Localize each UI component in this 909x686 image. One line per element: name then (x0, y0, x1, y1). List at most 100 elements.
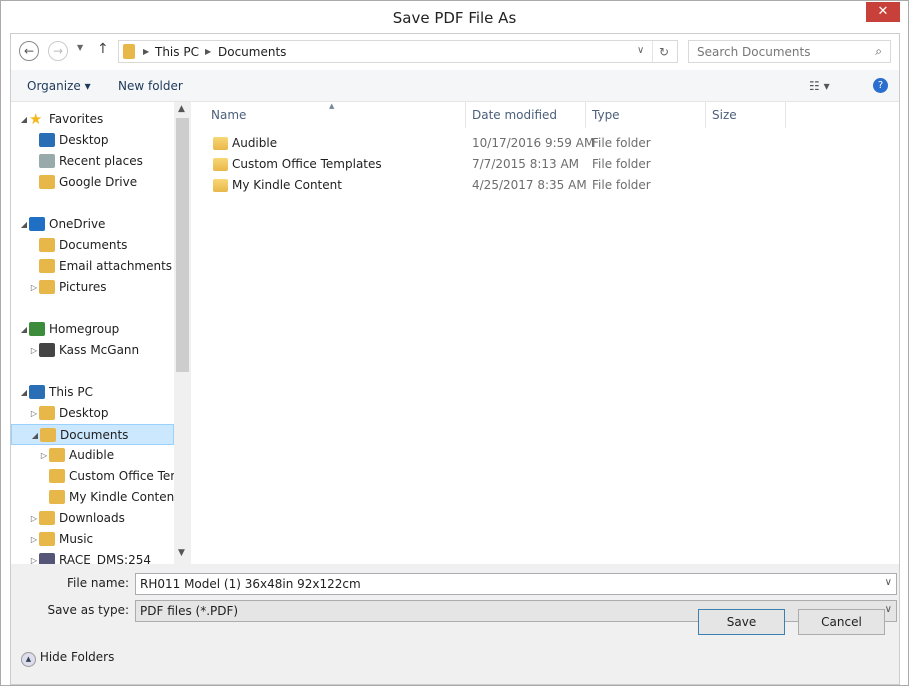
view-options-icon[interactable]: ☷ ▾ (809, 79, 830, 93)
collapse-arrow-icon[interactable]: ◢ (19, 109, 29, 130)
breadcrumb-this-pc[interactable]: This PC (155, 45, 199, 59)
nav-item[interactable]: Custom Office Tem (11, 466, 182, 487)
chevron-down-icon[interactable]: ∨ (885, 577, 892, 588)
folder-icon (39, 238, 55, 252)
nav-item[interactable]: ◢ ★ Favorites (11, 109, 174, 130)
search-input[interactable]: Search Documents ⌕ (688, 40, 891, 63)
folder-icon (213, 137, 228, 150)
collapse-arrow-icon[interactable]: ◢ (19, 319, 29, 340)
column-name[interactable]: Name ▲ (191, 102, 466, 128)
file-row[interactable]: Custom Office Templates 7/7/2015 8:13 AM… (191, 154, 891, 175)
new-folder-button[interactable]: New folder (118, 79, 183, 93)
folder-icon (49, 469, 65, 483)
nav-item[interactable]: Email attachments (11, 256, 174, 277)
cancel-button[interactable]: Cancel (798, 609, 885, 635)
nav-item-label: Desktop (59, 133, 109, 147)
nav-item[interactable]: ▷ Kass McGann (11, 340, 174, 361)
toolbar: Organize ▾ New folder ☷ ▾ ? (11, 70, 899, 102)
breadcrumb-documents[interactable]: Documents (218, 45, 286, 59)
nav-item-label: Documents (59, 238, 128, 252)
up-arrow-icon[interactable]: ↑ (97, 41, 109, 57)
hide-folders-button[interactable]: ▲ Hide Folders (21, 650, 114, 667)
file-name-input[interactable]: RH011 Model (1) 36x48in 92x122cm ∨ (135, 573, 897, 595)
nav-item[interactable]: ▷ Audible (11, 445, 174, 466)
nav-item-label: Downloads (59, 511, 125, 525)
nav-item-label: Google Drive (59, 175, 138, 189)
folder-icon (39, 280, 55, 294)
nav-item-label: Desktop (59, 406, 109, 420)
nav-item-label: Homegroup (49, 322, 120, 336)
file-row[interactable]: My Kindle Content 4/25/2017 8:35 AM File… (191, 175, 891, 196)
address-dropdown-icon[interactable]: ∨ (637, 45, 644, 56)
nav-item[interactable]: Recent places (11, 151, 174, 172)
scroll-up-icon[interactable]: ▲ (178, 104, 185, 114)
close-button[interactable]: ✕ (866, 2, 900, 22)
nav-item-label: Documents (60, 428, 129, 442)
refresh-icon[interactable]: ↻ (659, 45, 669, 59)
expand-arrow-icon[interactable]: ▷ (29, 403, 39, 424)
expand-arrow-icon[interactable]: ▷ (29, 508, 39, 529)
nav-item[interactable]: Desktop (11, 130, 174, 151)
nav-item[interactable]: Documents (11, 235, 174, 256)
recent-locations-icon[interactable]: ▼ (77, 43, 83, 52)
nav-item[interactable]: ▷ Downloads (11, 508, 174, 529)
desktop-icon (39, 133, 55, 147)
collapse-arrow-icon[interactable]: ◢ (30, 425, 40, 446)
cloud-icon (29, 217, 45, 231)
user-icon (39, 343, 55, 357)
file-row[interactable]: Audible 10/17/2016 9:59 AM File folder (191, 133, 891, 154)
nav-scrollbar[interactable]: ▲ ▼ (174, 102, 191, 564)
file-name-label: File name: (67, 576, 129, 590)
nav-item-label: Audible (69, 448, 115, 462)
search-placeholder: Search Documents (697, 45, 811, 59)
sort-ascending-icon: ▲ (329, 102, 335, 110)
column-size[interactable]: Size (706, 102, 786, 128)
nav-item[interactable]: ▷ RACE_DMS:254 (11, 550, 174, 564)
nav-item[interactable]: Google Drive (11, 172, 174, 193)
save-type-value: PDF files (*.PDF) (140, 604, 239, 618)
scroll-down-icon[interactable]: ▼ (178, 548, 185, 558)
forward-button[interactable]: → (48, 41, 68, 61)
help-icon[interactable]: ? (873, 78, 888, 93)
nav-item-label: OneDrive (49, 217, 106, 231)
pc-icon (29, 385, 45, 399)
navigation-pane[interactable]: ◢ ★ Favorites Desktop Recent places Google Dr… (11, 102, 191, 564)
nav-item[interactable]: ◢ OneDrive (11, 214, 174, 235)
column-date-modified[interactable]: Date modified (466, 102, 586, 128)
nav-item-label: This PC (49, 385, 93, 399)
expand-arrow-icon[interactable]: ▷ (29, 277, 39, 298)
expand-arrow-icon[interactable]: ▷ (29, 550, 39, 564)
expand-arrow-icon[interactable]: ▷ (29, 340, 39, 361)
expand-arrow-icon[interactable]: ▷ (29, 529, 39, 550)
save-button[interactable]: Save (698, 609, 785, 635)
nav-item[interactable]: ▷ Desktop (11, 403, 174, 424)
address-bar[interactable]: ▶ This PC ▶ Documents ∨ ↻ (118, 40, 678, 63)
dialog-title: Save PDF File As (392, 9, 517, 27)
file-date: 10/17/2016 9:59 AM (472, 136, 595, 150)
organize-button[interactable]: Organize ▾ (27, 79, 91, 93)
breadcrumb-separator-icon: ▶ (143, 47, 150, 56)
file-list[interactable]: Name ▲ Date modified Type Size Audible 10… (191, 102, 899, 564)
column-type[interactable]: Type (586, 102, 706, 128)
folder-icon (213, 158, 228, 171)
search-icon[interactable]: ⌕ (875, 44, 882, 59)
hide-folders-label: Hide Folders (39, 650, 115, 664)
nav-item[interactable]: ▷ Pictures (11, 277, 174, 298)
homegroup-icon (29, 322, 45, 336)
collapse-arrow-icon[interactable]: ◢ (19, 382, 29, 403)
nav-item[interactable]: ◢ Homegroup (11, 319, 174, 340)
collapse-arrow-icon[interactable]: ◢ (19, 214, 29, 235)
scrollbar-thumb[interactable] (176, 118, 189, 372)
nav-item[interactable]: ◢ This PC (11, 382, 174, 403)
nav-item[interactable]: My Kindle Content (11, 487, 179, 508)
back-button[interactable]: ← (19, 41, 39, 61)
documents-folder-icon (123, 44, 135, 59)
file-date: 7/7/2015 8:13 AM (472, 157, 580, 171)
folder-icon (49, 490, 65, 504)
chevron-down-icon[interactable]: ∨ (885, 604, 892, 615)
nav-item[interactable]: ◢ Documents (11, 424, 174, 445)
folder-icon (39, 259, 55, 273)
expand-arrow-icon[interactable]: ▷ (39, 445, 49, 466)
nav-item-label: Pictures (59, 280, 107, 294)
nav-item[interactable]: ▷ Music (11, 529, 174, 550)
